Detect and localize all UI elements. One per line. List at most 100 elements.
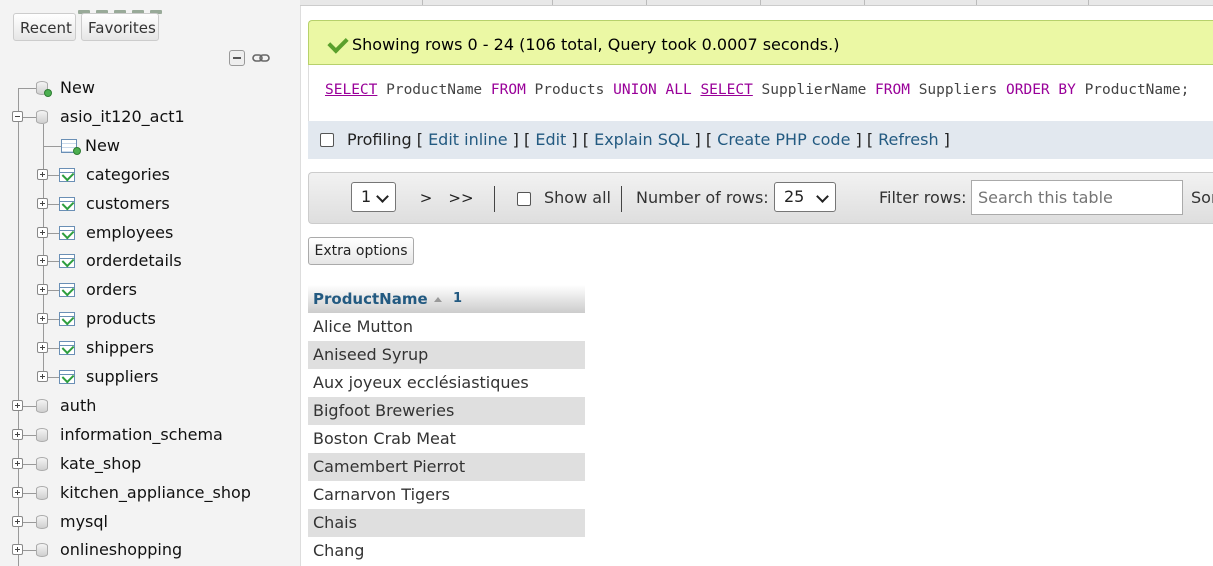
- collapse-all-icon[interactable]: [229, 50, 245, 66]
- divider: [494, 186, 495, 212]
- tree-item-kate-shop[interactable]: kate_shop: [0, 452, 300, 476]
- tree-item-label: orderdetails: [86, 251, 182, 270]
- expand-icon[interactable]: [37, 371, 48, 382]
- tree-item-mysql[interactable]: mysql: [0, 510, 300, 534]
- table-row[interactable]: Chang: [308, 537, 585, 565]
- database-icon: [36, 515, 48, 529]
- table-row[interactable]: Boston Crab Meat: [308, 425, 585, 453]
- link-explain-sql[interactable]: Explain SQL: [594, 130, 689, 149]
- success-message: Showing rows 0 - 24 (106 total, Query to…: [308, 20, 1213, 65]
- expand-icon[interactable]: [37, 313, 48, 324]
- navigation-panel: Recent Favorites New asio_it120_act1 New ca…: [0, 0, 301, 566]
- database-icon: [36, 543, 48, 557]
- sql-keyword[interactable]: SELECT: [700, 82, 752, 98]
- link-edit-inline[interactable]: Edit inline: [428, 130, 508, 149]
- results-table: ProductName 1 Alice Mutton Aniseed Syrup A…: [308, 285, 585, 565]
- expand-icon[interactable]: [37, 255, 48, 266]
- link-edit[interactable]: Edit: [535, 130, 566, 149]
- tree-item-new[interactable]: New: [0, 76, 300, 100]
- table-row[interactable]: Alice Mutton: [308, 313, 585, 341]
- table-icon: [59, 168, 75, 182]
- tree-item-orderdetails[interactable]: orderdetails: [0, 249, 300, 273]
- sort-ascending-icon: [434, 297, 442, 302]
- number-of-rows-label: Number of rows:: [636, 188, 769, 207]
- table-row[interactable]: Carnarvon Tigers: [308, 481, 585, 509]
- tree-item-products[interactable]: products: [0, 307, 300, 331]
- tree-connector: [18, 88, 36, 89]
- database-icon: [36, 457, 48, 471]
- recent-button[interactable]: Recent: [13, 13, 76, 41]
- query-actions-text: Profiling [ Edit inline ] [ Edit ] [ Exp…: [347, 130, 950, 149]
- expand-icon[interactable]: [37, 342, 48, 353]
- profiling-checkbox[interactable]: [320, 133, 334, 147]
- tree-item-label: suppliers: [86, 367, 159, 386]
- database-icon: [36, 486, 48, 500]
- tree-item-label: New: [60, 78, 95, 97]
- tree-item-categories[interactable]: categories: [0, 163, 300, 187]
- tree-item-information-schema[interactable]: information_schema: [0, 423, 300, 447]
- table-row[interactable]: Bigfoot Breweries: [308, 397, 585, 425]
- sidebar-toolbar-icons: [78, 0, 218, 14]
- table-row[interactable]: Aniseed Syrup: [308, 341, 585, 369]
- table-icon: [59, 197, 75, 211]
- expand-icon[interactable]: [37, 227, 48, 238]
- tree-item-auth[interactable]: auth: [0, 394, 300, 418]
- chevron-down-icon: [816, 190, 829, 203]
- favorites-button[interactable]: Favorites: [81, 13, 159, 41]
- expand-icon[interactable]: [12, 487, 23, 498]
- profiling-label: Profiling: [347, 130, 417, 149]
- sql-text: ProductName: [377, 82, 491, 98]
- tree-item-label: New: [85, 136, 120, 155]
- expand-icon[interactable]: [37, 284, 48, 295]
- expand-icon[interactable]: [37, 198, 48, 209]
- tree-item-customers[interactable]: customers: [0, 192, 300, 216]
- result-rows: Alice Mutton Aniseed Syrup Aux joyeux eccl…: [308, 313, 585, 565]
- rows-per-page-select[interactable]: 25: [774, 182, 836, 212]
- tree-connector: [43, 146, 61, 147]
- results-navigation-bar: 1 > >> Show all Number of rows: 25 Filte…: [308, 172, 1213, 224]
- query-actions-bar: Profiling [ Edit inline ] [ Edit ] [ Exp…: [308, 121, 1213, 159]
- sort-order-index: 1: [453, 291, 463, 306]
- tree-item-label: orders: [86, 280, 137, 299]
- tree-item-asio-it120-act1[interactable]: asio_it120_act1: [0, 105, 300, 129]
- sql-keyword: FROM: [490, 82, 526, 98]
- filter-rows-placeholder: Search this table: [978, 188, 1113, 207]
- tree-item-employees[interactable]: employees: [0, 221, 300, 245]
- extra-options-button[interactable]: Extra options: [308, 237, 414, 265]
- expand-icon[interactable]: [12, 429, 23, 440]
- tree-item-shippers[interactable]: shippers: [0, 336, 300, 360]
- table-icon: [59, 254, 75, 268]
- tree-item-onlineshopping[interactable]: onlineshopping: [0, 538, 300, 562]
- tree-item-label: kitchen_appliance_shop: [60, 483, 251, 502]
- tree-item-new[interactable]: New: [0, 134, 300, 158]
- link-create-php-code[interactable]: Create PHP code: [717, 130, 850, 149]
- filter-rows-input[interactable]: Search this table: [971, 180, 1183, 215]
- sql-text: ProductName;: [1075, 82, 1190, 98]
- table-icon: [59, 283, 75, 297]
- table-row[interactable]: Camembert Pierrot: [308, 453, 585, 481]
- table-row[interactable]: Aux joyeux ecclésiastiques: [308, 369, 585, 397]
- link-refresh[interactable]: Refresh: [878, 130, 938, 149]
- last-page-button[interactable]: >>: [444, 177, 478, 219]
- tree-item-label: shippers: [86, 338, 154, 357]
- column-header-productname[interactable]: ProductName 1: [308, 285, 585, 313]
- expand-icon[interactable]: [12, 458, 23, 469]
- sql-keyword: UNION ALL: [613, 82, 692, 98]
- expand-icon[interactable]: [12, 400, 23, 411]
- tree-item-label: auth: [60, 396, 97, 415]
- success-text: Showing rows 0 - 24 (106 total, Query to…: [352, 35, 840, 54]
- tree-item-orders[interactable]: orders: [0, 278, 300, 302]
- show-all-checkbox[interactable]: [517, 192, 531, 206]
- expand-icon[interactable]: [12, 516, 23, 527]
- table-row[interactable]: Chais: [308, 509, 585, 537]
- next-page-button[interactable]: >: [409, 177, 443, 219]
- expand-icon[interactable]: [12, 544, 23, 555]
- tree-item-kitchen-appliance-shop[interactable]: kitchen_appliance_shop: [0, 481, 300, 505]
- tree-item-suppliers[interactable]: suppliers: [0, 365, 300, 389]
- expand-icon[interactable]: [37, 169, 48, 180]
- collapse-icon[interactable]: [12, 111, 23, 122]
- link-with-main-panel-icon[interactable]: [252, 52, 270, 64]
- page-select[interactable]: 1: [351, 182, 396, 212]
- sql-keyword: FROM: [875, 82, 910, 98]
- sql-keyword[interactable]: SELECT: [325, 82, 377, 98]
